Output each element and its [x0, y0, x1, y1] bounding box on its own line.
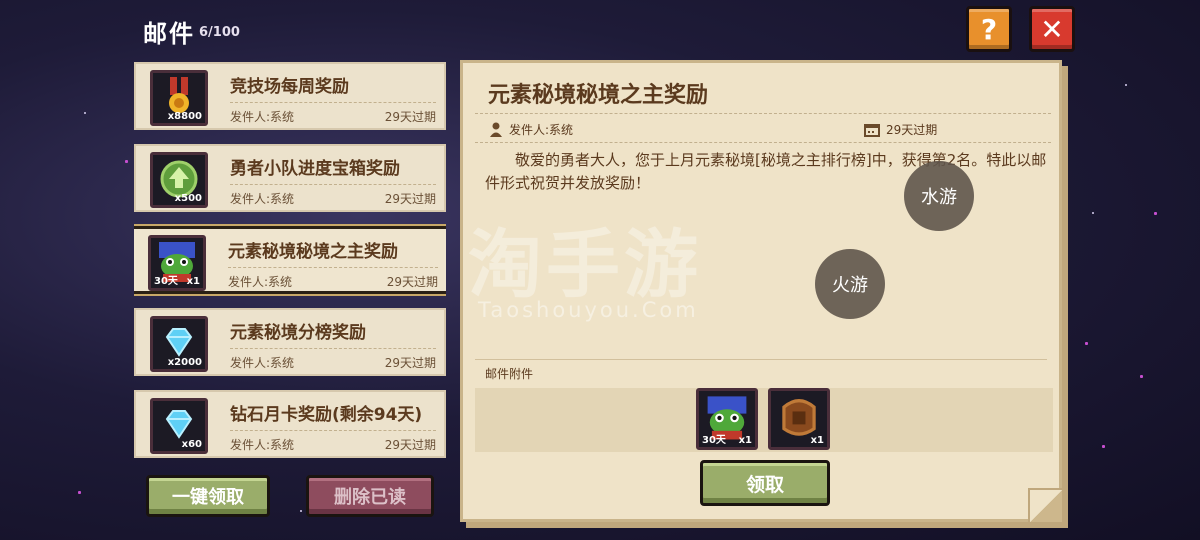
attachments-label: 邮件附件: [485, 367, 534, 381]
item-quantity: x2000: [167, 357, 202, 368]
mail-item-expiry: 29天过期: [384, 356, 436, 370]
star: [1140, 375, 1143, 378]
attachments-area: [475, 388, 1053, 452]
delete-read-button[interactable]: 删除已读: [306, 475, 434, 517]
detail-title: 元素秘境秘境之主奖励: [488, 83, 709, 108]
star: [125, 160, 128, 163]
mail-item-icon: x2000: [150, 316, 208, 372]
mail-item-icon: 30天 x1: [148, 235, 206, 291]
mail-item-sender: 发件人:系统: [230, 356, 295, 370]
divider: [230, 430, 436, 431]
item-quantity: x1: [186, 276, 200, 287]
mail-item-icon: x60: [150, 398, 208, 454]
mail-item-expiry: 29天过期: [384, 438, 436, 452]
calendar-icon: [864, 124, 880, 137]
item-duration: 30天: [154, 276, 178, 287]
help-button[interactable]: ?: [966, 6, 1012, 52]
star: [84, 112, 86, 114]
page-title: 邮件: [143, 20, 195, 48]
mail-item-sender: 发件人:系统: [230, 110, 295, 124]
mail-item[interactable]: x60 钻石月卡奖励(剩余94天) 发件人:系统 29天过期: [134, 390, 446, 458]
star: [1085, 342, 1088, 345]
attachment-item[interactable]: x1: [768, 388, 830, 450]
mail-item-expiry: 29天过期: [384, 192, 436, 206]
watermark-bubble-fire: 火游: [815, 249, 885, 319]
mail-item-expiry: 29天过期: [384, 110, 436, 124]
item-quantity: x500: [174, 193, 202, 204]
mail-item-sender: 发件人:系统: [230, 438, 295, 452]
mail-item-icon: x500: [150, 152, 208, 208]
divider: [230, 348, 436, 349]
mail-item-expiry: 29天过期: [386, 275, 438, 289]
mail-item-sender: 发件人:系统: [230, 192, 295, 206]
star: [300, 510, 302, 512]
star: [1154, 212, 1157, 215]
mail-item-title: 勇者小队进度宝箱奖励: [230, 159, 400, 179]
mail-count: 6/100: [199, 25, 240, 40]
star: [78, 491, 81, 494]
item-quantity: x8800: [167, 111, 202, 122]
close-button[interactable]: ✕: [1029, 6, 1075, 52]
mail-item[interactable]: x500 勇者小队进度宝箱奖励 发件人:系统 29天过期: [134, 144, 446, 212]
divider: [230, 184, 436, 185]
item-quantity: x1: [738, 435, 752, 446]
person-icon: [490, 122, 502, 137]
watermark-bubble-water: 水游: [904, 161, 974, 231]
mail-item-title: 元素秘境秘境之主奖励: [228, 242, 398, 262]
item-quantity: x1: [810, 435, 824, 446]
detail-sender: 发件人:系统: [509, 123, 574, 137]
divider: [230, 102, 436, 103]
mail-list[interactable]: x8800 竞技场每周奖励 发件人:系统 29天过期 x500 勇者小队进度宝箱…: [134, 62, 446, 458]
divider: [228, 267, 438, 268]
question-icon: ?: [980, 12, 998, 46]
watermark-text: 淘手游: [468, 222, 702, 308]
divider: [475, 359, 1047, 360]
claim-button[interactable]: 领取: [700, 460, 830, 506]
mail-item-title: 钻石月卡奖励(剩余94天): [230, 405, 423, 425]
mail-item[interactable]: x2000 元素秘境分榜奖励 发件人:系统 29天过期: [134, 308, 446, 376]
mail-item-selected[interactable]: 30天 x1 元素秘境秘境之主奖励 发件人:系统 29天过期: [134, 224, 446, 296]
mail-item-title: 元素秘境分榜奖励: [230, 323, 366, 343]
close-icon: ✕: [1040, 12, 1064, 46]
mail-item-title: 竞技场每周奖励: [230, 77, 349, 97]
page-fold: [1028, 488, 1062, 522]
mail-item-sender: 发件人:系统: [228, 275, 293, 289]
star: [1102, 445, 1105, 448]
watermark-subtext: Taoshouyou.Com: [478, 298, 699, 322]
mail-item[interactable]: x8800 竞技场每周奖励 发件人:系统 29天过期: [134, 62, 446, 130]
item-quantity: x60: [181, 439, 202, 450]
attachment-item[interactable]: 30天 x1: [696, 388, 758, 450]
claim-all-button[interactable]: 一键领取: [146, 475, 270, 517]
star: [1125, 84, 1127, 86]
detail-expiry: 29天过期: [886, 123, 938, 137]
item-duration: 30天: [702, 435, 726, 446]
mail-item-icon: x8800: [150, 70, 208, 126]
star: [1092, 212, 1094, 214]
